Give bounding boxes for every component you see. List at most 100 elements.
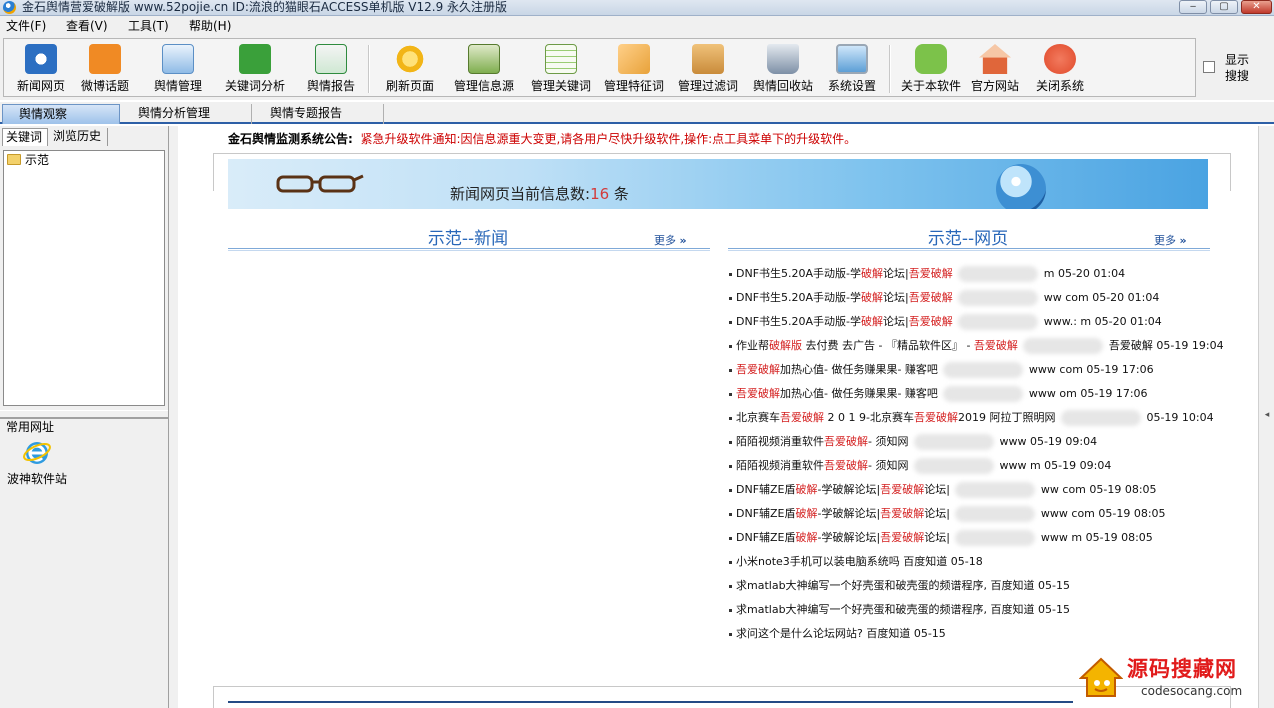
- tool-recycle-bin-button[interactable]: 舆情回收站: [753, 42, 813, 96]
- tool-manage-filter-words-button[interactable]: 管理过滤词: [678, 42, 738, 96]
- web-list-item[interactable]: 吾爱破解加热心值- 做任务赚果果- 赚客吧 www com 05-19 17:0…: [729, 360, 1154, 380]
- keyword-tree: 示范: [3, 150, 165, 406]
- tab-keywords[interactable]: 关键词: [2, 128, 48, 146]
- title-bar: 金石舆情营爱破解版 www.52pojie.cn ID:流浪的猫眼石ACCESS…: [0, 0, 1274, 16]
- tool-manage-sources-button[interactable]: 管理信息源: [454, 42, 514, 96]
- bullet-icon: [729, 608, 732, 612]
- common-links-title: 常用网址: [6, 420, 55, 434]
- item-source-time: m 05-20 01:04: [1040, 267, 1126, 280]
- tab-browse-history[interactable]: 浏览历史: [50, 128, 108, 146]
- web-more-link[interactable]: 更多 »: [1154, 234, 1187, 248]
- web-list-item[interactable]: 作业帮破解版 去付费 去广告 - 『精品软件区』 - 吾爱破解 吾爱破解 05-…: [729, 336, 1224, 356]
- maximize-button[interactable]: ▢: [1210, 0, 1238, 14]
- bullet-icon: [729, 536, 732, 540]
- web-list-item[interactable]: 陌陌视频消重软件吾爱破解- 须知网 www 05-19 09:04: [729, 432, 1097, 452]
- tool-refresh-button[interactable]: 刷新页面: [386, 42, 434, 96]
- item-text: 论坛|: [924, 483, 950, 496]
- web-list-item[interactable]: 北京赛车吾爱破解 2 0 1 9-北京赛车吾爱破解2019 阿拉丁照明网 05-…: [729, 408, 1214, 428]
- menu-tools[interactable]: 工具(T): [128, 18, 169, 34]
- toolbar-separator: [889, 45, 891, 93]
- tool-official-site-button[interactable]: 官方网站: [971, 42, 1019, 96]
- bullet-icon: [729, 488, 732, 492]
- web-list-item[interactable]: 小米note3手机可以装电脑系统吗 百度知道 05-18: [729, 552, 983, 572]
- highlight-keyword: 吾爱破解: [908, 315, 953, 328]
- item-source-time: 05-19 10:04: [1142, 411, 1214, 424]
- highlight-keyword: 破解: [795, 531, 818, 544]
- monitor-icon: [836, 44, 868, 74]
- ie-icon[interactable]: [22, 437, 52, 467]
- menu-view[interactable]: 查看(V): [66, 18, 108, 34]
- item-text: 陌陌视频消重软件: [736, 435, 824, 448]
- item-source-time: www com 05-19 08:05: [1037, 507, 1166, 520]
- web-list-item[interactable]: 陌陌视频消重软件吾爱破解- 须知网 www m 05-19 09:04: [729, 456, 1111, 476]
- item-text: 去付费 去广告 - 『精品软件区』 -: [802, 339, 974, 352]
- close-button[interactable]: ✕: [1241, 0, 1272, 14]
- excel-icon: [315, 44, 347, 74]
- tool-news-web-button[interactable]: 新闻网页: [17, 42, 65, 96]
- tab-opinion-report[interactable]: 舆情专题报告: [254, 104, 384, 124]
- web-list-item[interactable]: DNF书生5.20A手动版-学破解论坛|吾爱破解 ww com 05-20 01…: [729, 288, 1159, 308]
- menu-help[interactable]: 帮助(H): [189, 18, 231, 34]
- web-list-item[interactable]: DNF书生5.20A手动版-学破解论坛|吾爱破解 www.: m 05-20 0…: [729, 312, 1162, 332]
- toolbar: 新闻网页 微博话题 舆情管理 关键词分析 舆情报告 刷新页面 管理信息源 管理关…: [0, 36, 1274, 100]
- news-column-underline: [228, 248, 710, 251]
- tree-item-demo[interactable]: 示范: [25, 152, 49, 168]
- item-text: 加热心值- 做任务赚果果- 赚客吧: [780, 363, 938, 376]
- web-list-item[interactable]: DNF书生5.20A手动版-学破解论坛|吾爱破解 m 05-20 01:04: [729, 264, 1125, 284]
- item-text: 2 0 1 9-北京赛车: [824, 411, 914, 424]
- bullet-icon: [729, 320, 732, 324]
- toolbar-strip: 新闻网页 微博话题 舆情管理 关键词分析 舆情报告 刷新页面 管理信息源 管理关…: [3, 38, 1196, 97]
- tool-close-system-button[interactable]: 关闭系统: [1036, 42, 1084, 96]
- web-list-item[interactable]: 求matlab大神编写一个好壳蛋和破壳蛋的频谱程序, 百度知道 05-15: [729, 600, 1070, 620]
- link-bosheng-site[interactable]: 波神软件站: [7, 471, 67, 487]
- item-text: DNF书生5.20A手动版-学: [736, 315, 862, 328]
- redacted-url: [1060, 410, 1141, 426]
- tool-settings-button[interactable]: 系统设置: [828, 42, 876, 96]
- show-search-checkbox[interactable]: [1203, 61, 1215, 73]
- news-more-link[interactable]: 更多 »: [654, 234, 687, 248]
- notice-text: 紧急升级软件通知:因信息源重大变更,请各用户尽快升级软件,操作:点工具菜单下的升…: [360, 132, 857, 146]
- watermark-en: codesocang.com: [1141, 684, 1243, 698]
- minimize-button[interactable]: ‒: [1179, 0, 1207, 14]
- redacted-url: [955, 530, 1036, 546]
- tool-keyword-analysis-button[interactable]: 关键词分析: [225, 42, 285, 96]
- web-list-item[interactable]: 求matlab大神编写一个好壳蛋和破壳蛋的频谱程序, 百度知道 05-15: [729, 576, 1070, 596]
- web-list-item[interactable]: 吾爱破解加热心值- 做任务赚果果- 赚客吧 www om 05-19 17:06: [729, 384, 1148, 404]
- highlight-keyword: 吾爱破解: [913, 411, 958, 424]
- item-text: 求matlab大神编写一个好壳蛋和破壳蛋的频谱程序, 百度知道 05-15: [736, 579, 1070, 592]
- item-text: DNF书生5.20A手动版-学: [736, 267, 862, 280]
- tool-weibo-topic-button[interactable]: 微博话题: [81, 42, 129, 96]
- vertical-scrollbar[interactable]: ◂: [1258, 126, 1274, 708]
- redacted-url: [913, 458, 994, 474]
- glasses-icon: [276, 174, 364, 193]
- tab-opinion-watch[interactable]: 舆情观察: [2, 104, 120, 124]
- home-icon: [979, 44, 1011, 74]
- panel-splitter[interactable]: [0, 410, 168, 418]
- tool-manage-feature-words-button[interactable]: 管理特征词: [604, 42, 664, 96]
- menu-file[interactable]: 文件(F): [6, 18, 46, 34]
- tool-opinion-report-button[interactable]: 舆情报告: [307, 42, 355, 96]
- tab-opinion-analysis[interactable]: 舆情分析管理: [122, 104, 252, 124]
- bottom-divider: [228, 701, 1073, 703]
- scroll-arrow-icon[interactable]: ◂: [1261, 408, 1273, 422]
- tool-about-button[interactable]: 关于本软件: [901, 42, 961, 96]
- web-list-item[interactable]: DNF辅ZE盾破解-学破解论坛|吾爱破解论坛| www m 05-19 08:0…: [729, 528, 1153, 548]
- rss-icon: [89, 44, 121, 74]
- item-text: -学破解论坛|: [817, 507, 881, 520]
- tool-manage-keywords-button[interactable]: 管理关键词: [531, 42, 591, 96]
- main-tabs: 舆情观察 舆情分析管理 舆情专题报告: [0, 102, 1274, 124]
- main-content: 金石舆情监测系统公告: 紧急升级软件通知:因信息源重大变更,请各用户尽快升级软件…: [178, 126, 1258, 708]
- web-column-underline: [728, 248, 1210, 251]
- tool-opinion-manage-button[interactable]: 舆情管理: [154, 42, 202, 96]
- web-list-item[interactable]: 求问这个是什么论坛网站? 百度知道 05-15: [729, 624, 946, 644]
- bullet-icon: [729, 560, 732, 564]
- web-list-item[interactable]: DNF辅ZE盾破解-学破解论坛|吾爱破解论坛| www com 05-19 08…: [729, 504, 1166, 524]
- bullet-icon: [729, 272, 732, 276]
- bar-chart-icon: [239, 44, 271, 74]
- bullet-icon: [729, 368, 732, 372]
- highlight-keyword: 破解: [795, 507, 818, 520]
- vertical-splitter[interactable]: [168, 126, 178, 708]
- item-source-time: ww com 05-20 01:04: [1040, 291, 1160, 304]
- web-list-item[interactable]: DNF辅ZE盾破解-学破解论坛|吾爱破解论坛| ww com 05-19 08:…: [729, 480, 1157, 500]
- item-text: 论坛|: [924, 507, 950, 520]
